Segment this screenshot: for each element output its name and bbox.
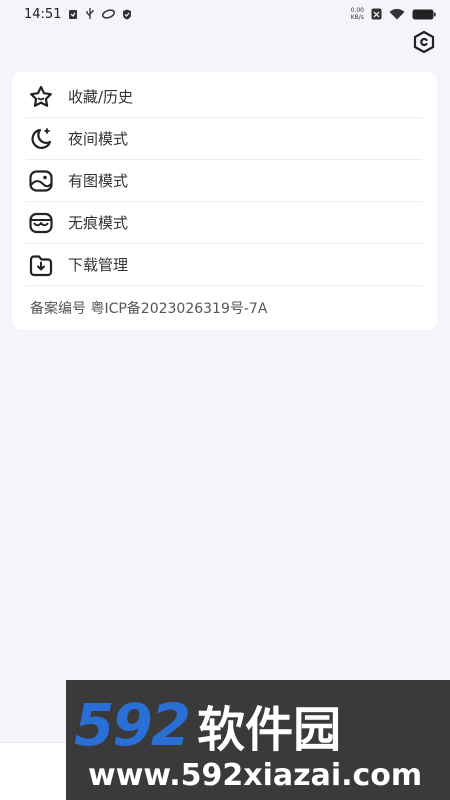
settings-hexagon-icon	[413, 30, 435, 54]
shield-icon	[122, 9, 132, 20]
status-right: 0.00 KB/s	[351, 7, 436, 21]
watermark-number: 592	[74, 691, 191, 759]
menu-item-label: 有图模式	[68, 172, 129, 190]
menu-item-night-mode[interactable]: 夜间模式	[26, 118, 422, 160]
no-sim-icon	[371, 8, 382, 20]
watermark-brand: 软件园	[197, 702, 342, 758]
status-left: 14:51	[24, 7, 132, 22]
watermark-url: www.592xiazai.com	[88, 758, 423, 793]
moon-icon	[26, 124, 56, 154]
menu-item-favorites-history[interactable]: 收藏/历史	[26, 76, 422, 118]
menu-item-incognito-mode[interactable]: 无痕模式	[26, 202, 422, 244]
star-icon	[26, 82, 56, 112]
network-speed: 0.00 KB/s	[351, 7, 364, 21]
watermark-banner: 592 软件园 www.592xiazai.com	[66, 680, 450, 800]
menu-item-download-manager[interactable]: 下载管理	[26, 244, 422, 286]
download-folder-icon	[26, 250, 56, 280]
status-bar: 14:51 0.00 KB/s	[0, 0, 450, 28]
wifi-icon	[389, 8, 405, 20]
status-time: 14:51	[24, 6, 62, 22]
menu-item-image-mode[interactable]: 有图模式	[26, 160, 422, 202]
speed-unit: KB/s	[350, 14, 364, 21]
icp-record: 备案编号 粤ICP备2023026319号-7A	[30, 301, 268, 317]
mask-icon	[26, 208, 56, 238]
menu-card: 收藏/历史 夜间模式 有图模式 无痕模式 下载管理 备案编号 粤ICP备2023…	[12, 72, 437, 330]
speed-value: 0.00	[350, 7, 364, 14]
image-icon	[26, 166, 56, 196]
clipboard-icon	[68, 9, 78, 20]
settings-button[interactable]	[411, 29, 437, 55]
menu-item-label: 收藏/历史	[68, 88, 134, 106]
watermark-logo: 592 软件园	[74, 691, 341, 759]
menu-item-label: 下载管理	[68, 256, 129, 274]
battery-icon	[412, 9, 436, 20]
menu-item-label: 夜间模式	[68, 130, 129, 148]
menu-item-label: 无痕模式	[68, 214, 129, 232]
usb-icon	[85, 8, 95, 20]
leaf-icon	[102, 9, 116, 19]
